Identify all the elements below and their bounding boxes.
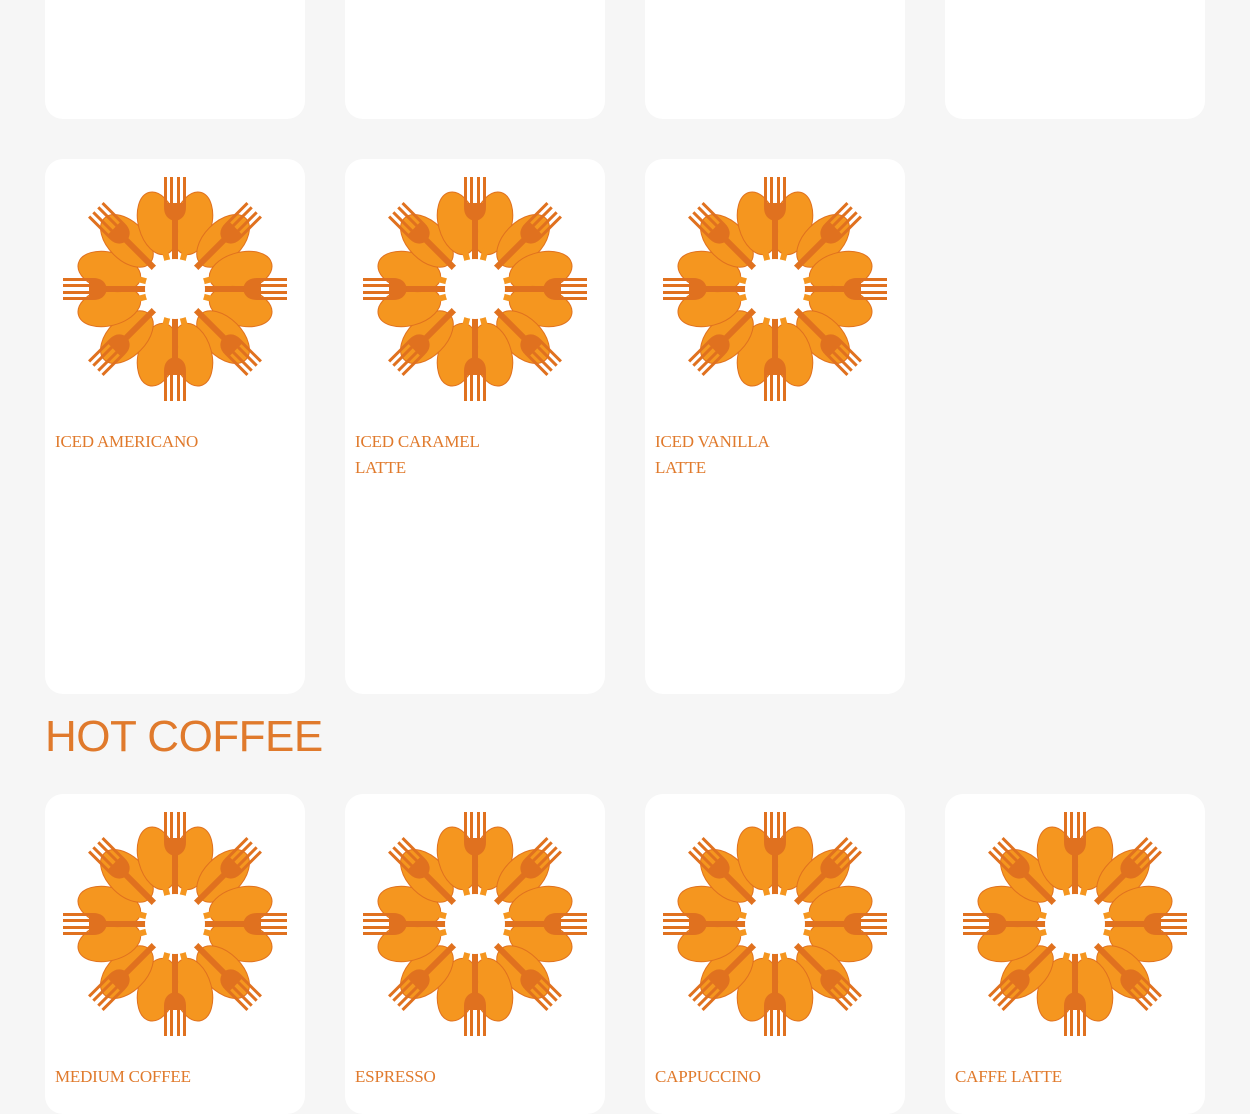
fork-spoon-flower-logo-icon	[660, 809, 890, 1039]
menu-item-name: ICED VANILLA LATTE	[655, 432, 769, 477]
menu-item-card[interactable]: MEDIUM COFFEE	[45, 794, 305, 1114]
fork-spoon-flower-logo-icon	[660, 174, 890, 404]
menu-item-card[interactable]: CAPPUCCINO	[645, 794, 905, 1114]
fork-spoon-flower-logo-icon	[60, 809, 290, 1039]
menu-item-name: ESPRESSO	[355, 1067, 436, 1086]
menu-card-top[interactable]	[645, 0, 905, 119]
menu-item-card[interactable]: ESPRESSO	[345, 794, 605, 1114]
fork-spoon-flower-logo-icon	[960, 809, 1190, 1039]
menu-item-name: ICED CARAMEL LATTE	[355, 432, 479, 477]
menu-item-name: CAFFE LATTE	[955, 1067, 1062, 1086]
menu-card-top[interactable]	[945, 0, 1205, 119]
menu-card-top[interactable]	[45, 0, 305, 119]
section-heading-hot-coffee: HOT COFFEE	[45, 712, 323, 761]
menu-item-card[interactable]: CAFFE LATTE	[945, 794, 1205, 1114]
menu-item-name: MEDIUM COFFEE	[55, 1067, 191, 1086]
fork-spoon-flower-logo-icon	[360, 809, 590, 1039]
menu-item-name: ICED AMERICANO	[55, 432, 199, 451]
menu-item-card[interactable]: ICED VANILLA LATTE	[645, 159, 905, 694]
menu-item-card[interactable]: ICED AMERICANO	[45, 159, 305, 694]
fork-spoon-flower-logo-icon	[60, 174, 290, 404]
menu-item-name: CAPPUCCINO	[655, 1067, 761, 1086]
menu-card-top[interactable]	[345, 0, 605, 119]
fork-spoon-flower-logo-icon	[360, 174, 590, 404]
menu-item-card[interactable]: ICED CARAMEL LATTE	[345, 159, 605, 694]
